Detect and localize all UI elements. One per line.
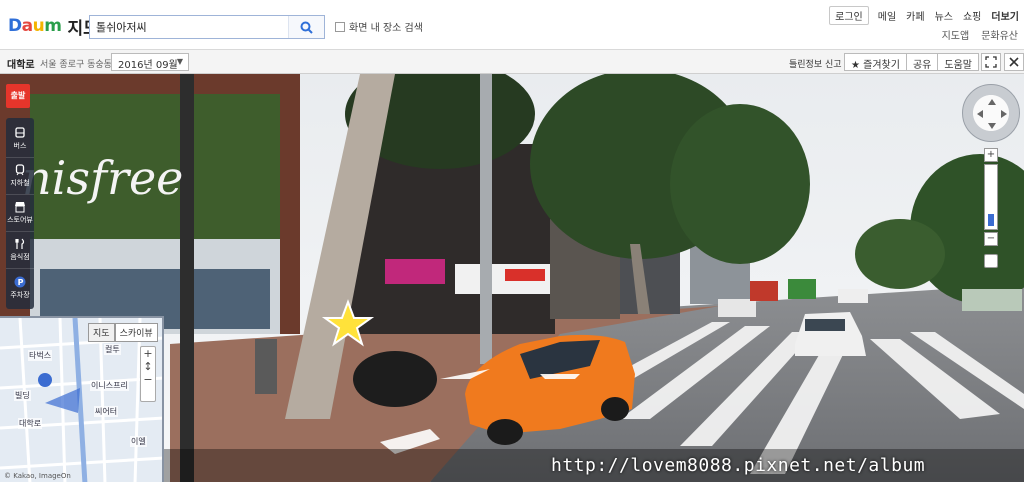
logo-brand: Daum	[8, 16, 62, 36]
road-address: 서울 종로구 동숭동	[40, 60, 112, 70]
minimap-zoom-slider[interactable]: ↕	[141, 360, 155, 373]
restaurant-icon	[15, 238, 25, 249]
store-sign: nisfree	[22, 151, 183, 205]
tool-subway-label: 지하철	[10, 179, 30, 187]
minimap-label: 이니스프리	[90, 380, 129, 391]
gnb-cafe[interactable]: 카페	[901, 6, 929, 25]
svg-text:P: P	[18, 278, 24, 287]
roadview-panorama[interactable]: nisfree 출발 버스 지하철 스토어뷰 음식점 P 주차장 타벅스 컬투 …	[0, 74, 1024, 482]
subway-icon	[15, 164, 25, 176]
favorite-label: 즐겨찾기	[863, 60, 900, 71]
login-button[interactable]: 로그인	[829, 6, 869, 25]
fullscreen-icon	[985, 56, 997, 68]
tool-parking-label: 주차장	[10, 290, 30, 299]
roadview-tools: 출발 버스 지하철 스토어뷰 음식점 P 주차장	[6, 84, 34, 309]
fullscreen-button[interactable]	[980, 53, 1001, 71]
date-select[interactable]: 2016년 09월 ▼	[111, 53, 189, 71]
gnb-shopping[interactable]: 쇼핑	[958, 6, 986, 25]
minimap-label: 대학로	[18, 418, 43, 429]
zoom-in-button[interactable]: +	[984, 148, 998, 162]
search-box	[89, 15, 325, 39]
minimap-label: 씨어터	[94, 406, 119, 417]
minimap-zoom-in[interactable]: +	[141, 347, 155, 360]
star-icon: ★	[851, 60, 860, 71]
minimap-skyview-tab[interactable]: 스카이뷰	[114, 323, 158, 342]
minimap-toggle: 지도 스카이뷰	[88, 323, 158, 342]
tool-restaurant[interactable]: 음식점	[6, 232, 34, 269]
sub-nav: 지도앱 문화유산	[936, 27, 1024, 42]
date-value: 2016년 09월	[118, 60, 178, 71]
road-name: 대학로	[7, 60, 35, 71]
minimap-copyright: © Kakao, ImageOn	[4, 472, 71, 480]
tool-restaurant-label: 음식점	[10, 253, 30, 261]
report-link[interactable]: 틀린정보 신고	[789, 57, 842, 70]
share-button[interactable]: 공유	[905, 53, 939, 71]
tool-storeview[interactable]: 스토어뷰	[6, 195, 34, 232]
zoom-level	[988, 214, 994, 226]
area-search-checkbox[interactable]: 화면 내 장소 검색	[335, 19, 423, 34]
tool-bus-label: 버스	[13, 142, 27, 150]
close-button[interactable]	[1003, 53, 1024, 71]
minimap-label: 타벅스	[28, 350, 53, 361]
chevron-down-icon: ▼	[176, 57, 183, 66]
tool-parking[interactable]: P 주차장	[6, 269, 34, 306]
help-button[interactable]: 도움말	[937, 53, 979, 71]
logo-letter: u	[32, 16, 45, 36]
tool-subway[interactable]: 지하철	[6, 158, 34, 195]
map-app-link[interactable]: 지도앱	[936, 27, 976, 42]
global-nav: 로그인 메일 카페 뉴스 쇼핑 더보기	[829, 6, 1024, 25]
favorite-button[interactable]: ★ 즐겨찾기	[844, 53, 907, 71]
person-icon[interactable]	[984, 254, 998, 268]
top-header: Daum 지도 화면 내 장소 검색 로그인 메일 카페 뉴스 쇼핑 더보기 지…	[0, 0, 1024, 50]
minimap-label: 컬투	[104, 344, 121, 355]
minimap-zoom: + ↕ −	[140, 346, 156, 402]
tool-storeview-label: 스토어뷰	[7, 216, 33, 224]
heritage-link[interactable]: 문화유산	[975, 27, 1024, 42]
bus-icon	[15, 127, 25, 138]
mini-map[interactable]: 타벅스 컬투 빌딩 이니스프리 씨어터 이엘 대학로 지도 스카이뷰 + ↕ −…	[0, 316, 164, 482]
parking-icon: P	[14, 276, 26, 287]
minimap-label: 이엘	[130, 436, 147, 447]
minimap-map-tab[interactable]: 지도	[88, 323, 115, 342]
daum-logo[interactable]: Daum 지도	[8, 14, 99, 39]
checkbox-label: 화면 내 장소 검색	[349, 23, 423, 34]
minimap-zoom-out[interactable]: −	[141, 373, 155, 386]
bar-buttons: ★ 즐겨찾기 공유 도움말	[844, 53, 1024, 71]
tool-bus[interactable]: 버스	[6, 121, 34, 158]
gnb-more[interactable]: 더보기	[986, 6, 1024, 25]
logo-letter: D	[8, 16, 22, 36]
gnb-news[interactable]: 뉴스	[930, 6, 958, 25]
minimap-label: 빌딩	[14, 390, 31, 401]
pan-control[interactable]	[962, 84, 1020, 142]
zoom-slider[interactable]	[984, 164, 998, 230]
start-button[interactable]: 출발	[6, 84, 30, 108]
compass-icon	[977, 99, 1007, 129]
logo-letter: a	[21, 16, 33, 36]
search-input[interactable]	[90, 16, 288, 38]
watermark-text: http://lovem8088.pixnet.net/album	[551, 455, 926, 476]
roadview-info-bar: 대학로 서울 종로구 동숭동 2016년 09월 ▼ 틀린정보 신고 ★ 즐겨찾…	[0, 50, 1024, 74]
search-icon	[300, 21, 313, 34]
zoom-control: + −	[984, 148, 998, 268]
search-button[interactable]	[288, 16, 324, 38]
gnb-mail[interactable]: 메일	[873, 6, 901, 25]
poi-toggle-group: 버스 지하철 스토어뷰 음식점 P 주차장	[6, 118, 34, 309]
store-icon	[15, 202, 25, 213]
checkbox-box[interactable]	[335, 21, 345, 32]
logo-letter: m	[44, 16, 62, 36]
close-icon	[1009, 57, 1019, 67]
zoom-out-button[interactable]: −	[984, 232, 998, 246]
